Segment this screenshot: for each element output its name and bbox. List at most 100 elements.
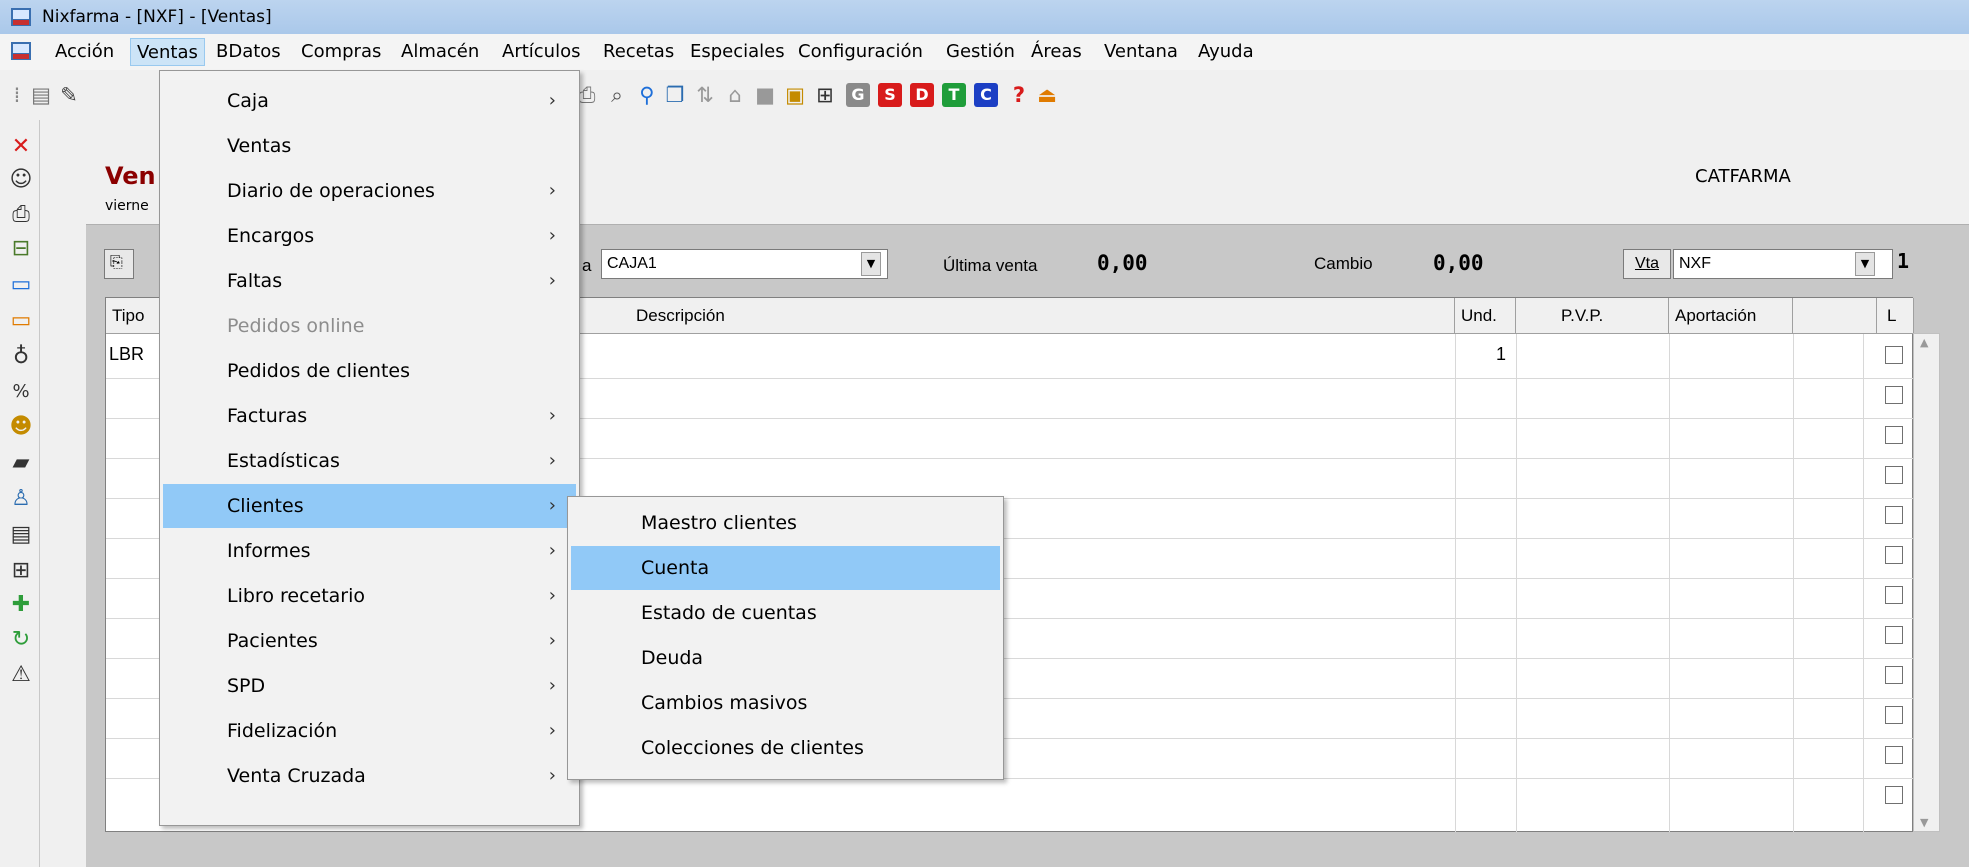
row-checkbox[interactable] <box>1885 786 1903 804</box>
menu-item-estadisticas[interactable]: Estadísticas › <box>163 439 576 483</box>
row-checkbox[interactable] <box>1885 466 1903 484</box>
edit-icon[interactable]: ✎ <box>58 83 80 107</box>
badge-c-button[interactable]: C <box>974 83 998 107</box>
help-button[interactable]: ? <box>1008 83 1030 107</box>
menu-item-spd[interactable]: SPD › <box>163 664 576 708</box>
menu-accion[interactable]: Acción <box>49 38 120 66</box>
row-checkbox[interactable] <box>1885 546 1903 564</box>
menu-item-informes[interactable]: Informes › <box>163 529 576 573</box>
menu-item-encargos[interactable]: Encargos › <box>163 214 576 258</box>
col-extra[interactable] <box>1793 298 1877 334</box>
shopping-cart-icon[interactable]: ⊞ <box>9 556 33 586</box>
new-sale-button[interactable]: ⎘ <box>104 249 134 279</box>
menu-ventas[interactable]: Ventas <box>130 38 205 66</box>
copy-icon[interactable]: ❐ <box>664 83 686 107</box>
system-menu-icon[interactable] <box>10 40 32 62</box>
submenu-item-deuda[interactable]: Deuda <box>571 636 1000 680</box>
col-und[interactable]: Und. <box>1455 298 1516 334</box>
grid-vertical-scrollbar[interactable]: ▲ ▼ <box>1913 333 1940 832</box>
card-icon[interactable]: ▰ <box>9 448 33 478</box>
face-icon[interactable]: ☻ <box>9 412 33 442</box>
search-icon[interactable]: ⌕ <box>606 83 628 107</box>
row-checkbox[interactable] <box>1885 386 1903 404</box>
form-icon[interactable]: ▤ <box>9 520 33 550</box>
badge-d-button[interactable]: D <box>910 83 934 107</box>
badge-g-button[interactable]: G <box>846 83 870 107</box>
menu-compras[interactable]: Compras <box>295 38 387 66</box>
submenu-item-estado-cuentas[interactable]: Estado de cuentas <box>571 591 1000 635</box>
caja-select[interactable]: CAJA1 <box>601 249 888 279</box>
submenu-item-maestro-clientes[interactable]: Maestro clientes <box>571 501 1000 545</box>
col-l[interactable]: L <box>1877 298 1914 334</box>
menu-item-ventas[interactable]: Ventas <box>163 124 576 168</box>
row-checkbox[interactable] <box>1885 586 1903 604</box>
menu-articulos[interactable]: Artículos <box>496 38 586 66</box>
menu-item-facturas[interactable]: Facturas › <box>163 394 576 438</box>
submenu-item-cuenta[interactable]: Cuenta <box>571 546 1000 590</box>
cart-icon[interactable]: ⊞ <box>814 83 836 107</box>
bag-icon[interactable]: ♁ <box>9 342 33 372</box>
submenu-item-cambios-masivos[interactable]: Cambios masivos <box>571 681 1000 725</box>
menu-item-pedidos-clientes[interactable]: Pedidos de clientes <box>163 349 576 393</box>
row-checkbox[interactable] <box>1885 346 1903 364</box>
printer-icon[interactable]: ⎙ <box>9 200 33 230</box>
menu-item-venta-cruzada[interactable]: Venta Cruzada › <box>163 754 576 798</box>
caja-dropdown-arrow-icon[interactable]: ▼ <box>861 252 881 276</box>
clipboard-icon[interactable]: ▣ <box>784 83 806 107</box>
row-checkbox[interactable] <box>1885 426 1903 444</box>
document-icon[interactable]: ▤ <box>30 83 52 107</box>
screen-no-icon[interactable]: ▭ <box>9 306 33 336</box>
row-checkbox[interactable] <box>1885 506 1903 524</box>
upload-icon[interactable]: ⏏ <box>1036 83 1058 107</box>
user-icon[interactable]: ☺ <box>9 165 33 195</box>
menu-configuracion[interactable]: Configuración <box>792 38 929 66</box>
row-checkbox[interactable] <box>1885 626 1903 644</box>
vta-button[interactable]: Vta <box>1623 249 1671 279</box>
col-aportacion[interactable]: Aportación <box>1669 298 1793 334</box>
menu-item-faltas[interactable]: Faltas › <box>163 259 576 303</box>
menu-ayuda[interactable]: Ayuda <box>1192 38 1260 66</box>
menu-item-caja[interactable]: Caja › <box>163 79 576 123</box>
warning-icon[interactable]: ⚠ <box>9 660 33 690</box>
menu-recetas[interactable]: Recetas <box>597 38 680 66</box>
menu-almacen[interactable]: Almacén <box>395 38 485 66</box>
submenu-item-colecciones-clientes[interactable]: Colecciones de clientes <box>571 726 1000 770</box>
pharmacy-cross-icon[interactable]: ✚ <box>9 590 33 620</box>
col-tipo[interactable]: Tipo <box>106 298 164 334</box>
scroll-down-icon[interactable]: ▼ <box>1920 816 1928 829</box>
stop-icon[interactable]: ■ <box>754 83 776 107</box>
row-1-tipo[interactable]: LBR <box>109 344 144 365</box>
exit-icon[interactable]: ✕ <box>9 132 33 162</box>
menu-item-pacientes[interactable]: Pacientes › <box>163 619 576 663</box>
stamp-icon[interactable]: ♙ <box>9 484 33 514</box>
menu-item-clientes[interactable]: Clientes › <box>163 484 576 528</box>
network-icon[interactable]: ⊟ <box>9 234 33 264</box>
vta-dropdown-arrow-icon[interactable]: ▼ <box>1855 252 1875 276</box>
cambio-value: 0,00 <box>1433 251 1484 275</box>
menu-item-fidelizacion[interactable]: Fidelización › <box>163 709 576 753</box>
menu-especiales[interactable]: Especiales <box>684 38 791 66</box>
row-1-und[interactable]: 1 <box>1496 344 1506 365</box>
scroll-up-icon[interactable]: ▲ <box>1920 336 1928 349</box>
menu-ventana[interactable]: Ventana <box>1098 38 1184 66</box>
menu-bdatos[interactable]: BDatos <box>210 38 287 66</box>
menu-item-libro-recetario[interactable]: Libro recetario › <box>163 574 576 618</box>
menu-gestion[interactable]: Gestión <box>940 38 1021 66</box>
col-pvp[interactable]: P.V.P. <box>1516 298 1669 334</box>
menu-areas[interactable]: Áreas <box>1025 38 1088 66</box>
screen-yes-icon[interactable]: ▭ <box>9 270 33 300</box>
row-checkbox[interactable] <box>1885 706 1903 724</box>
refresh-icon[interactable]: ↻ <box>9 625 33 655</box>
submenu-arrow-icon: › <box>548 765 556 786</box>
row-checkbox[interactable] <box>1885 666 1903 684</box>
menu-item-diario[interactable]: Diario de operaciones › <box>163 169 576 213</box>
menu-item-label: Cuenta <box>641 557 710 579</box>
percent-icon[interactable]: % <box>9 377 33 407</box>
badge-t-button[interactable]: T <box>942 83 966 107</box>
lock-icon[interactable]: ⌂ <box>724 83 746 107</box>
badge-s-button[interactable]: S <box>878 83 902 107</box>
transfer-icon[interactable]: ⇅ <box>694 83 716 107</box>
location-pin-icon[interactable]: ⚲ <box>636 83 658 107</box>
row-checkbox[interactable] <box>1885 746 1903 764</box>
submenu-arrow-icon: › <box>548 675 556 696</box>
